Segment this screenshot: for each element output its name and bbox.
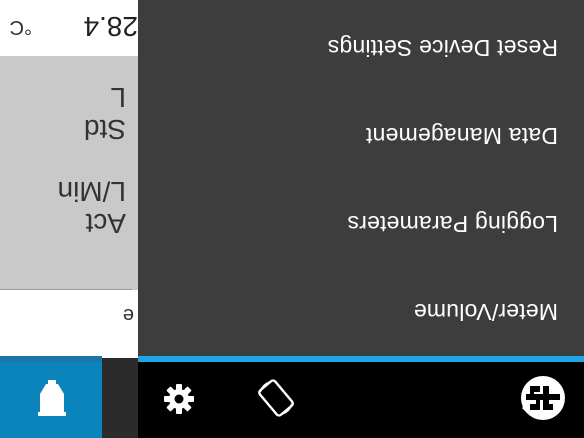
menu-item-label: Logging Parameters — [347, 211, 558, 238]
menu-item-meter-volume[interactable]: Meter/Volume — [138, 268, 584, 356]
device-screen: Meter/Volume Logging Parameters Data Man… — [0, 0, 584, 438]
menu-accent-bar — [138, 356, 584, 362]
temperature-row: 28.4 °C — [0, 0, 138, 56]
gear-icon[interactable] — [162, 382, 196, 416]
toolbar — [0, 356, 584, 438]
temperature-value: 28.4 — [83, 11, 139, 42]
toolbar-divider — [102, 358, 138, 438]
pump-icon[interactable] — [30, 378, 74, 418]
temperature-unit: °C — [9, 16, 32, 38]
menu-item-label: Data Management — [365, 123, 558, 150]
act-flow-label: Act — [85, 208, 126, 239]
readings-divider — [0, 289, 132, 290]
std-volume-unit: L — [110, 82, 126, 113]
menu-item-label: Meter/Volume — [413, 299, 558, 326]
readings-tab[interactable]: e — [0, 290, 138, 356]
readings-panel: e Act L/Min Std L 28.4 °C — [0, 0, 138, 356]
tsi-logo-icon[interactable] — [516, 372, 570, 424]
menu-item-logging-parameters[interactable]: Logging Parameters — [138, 180, 584, 268]
menu-item-label: Reset Device Settings — [327, 35, 558, 62]
rotate-icon[interactable] — [254, 376, 298, 420]
act-flow-unit: L/Min — [57, 176, 126, 207]
menu-item-reset-device-settings[interactable]: Reset Device Settings — [138, 4, 584, 92]
pump-button-underline — [0, 356, 102, 362]
readings-tab-label: e — [122, 304, 134, 326]
menu-item-data-management[interactable]: Data Management — [138, 92, 584, 180]
menu-drawer: Meter/Volume Logging Parameters Data Man… — [138, 0, 584, 356]
std-volume-label: Std — [83, 114, 126, 145]
